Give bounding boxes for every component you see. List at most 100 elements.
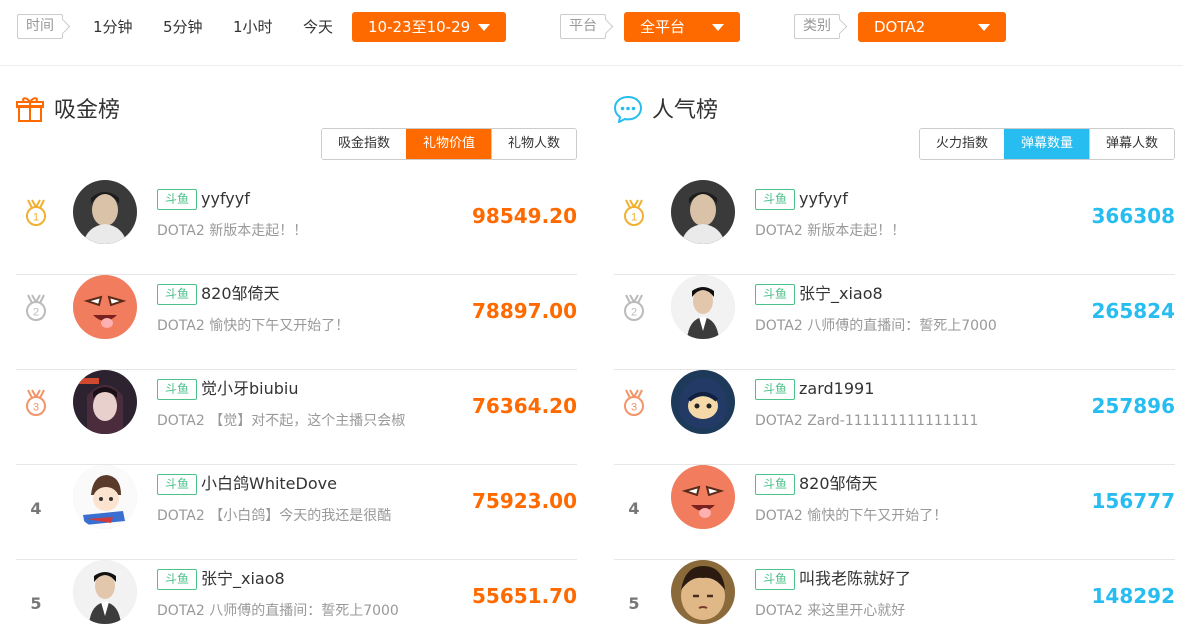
platform-value: 全平台 <box>640 18 686 36</box>
score-value: 55651.70 <box>471 584 577 608</box>
avatar[interactable] <box>671 180 735 244</box>
gift-icon <box>16 97 44 122</box>
gold-board-title: 吸金榜 <box>16 94 120 128</box>
platform-badge: 斗鱼 <box>157 379 198 400</box>
time-option-today[interactable]: 今天 <box>303 14 333 41</box>
avatar[interactable] <box>73 465 137 529</box>
tab-gift-value[interactable]: 礼物价值 <box>405 129 491 159</box>
rank-number: 4 <box>622 465 646 560</box>
platform-badge: 斗鱼 <box>755 189 796 210</box>
category-dropdown[interactable]: DOTA2 <box>858 12 1006 42</box>
stream-description: DOTA2 愉快的下午又开始了！ <box>157 318 350 334</box>
category-filter-label: 类别 <box>794 14 840 39</box>
list-item[interactable]: 3 斗鱼 zard1991 DOTA2 Zard-111111111111111… <box>614 370 1175 465</box>
platform-badge: 斗鱼 <box>157 569 198 590</box>
svg-text:2: 2 <box>33 307 39 319</box>
tab-gold-index[interactable]: 吸金指数 <box>321 129 406 159</box>
gold-medal-icon: 1 <box>26 199 46 226</box>
avatar[interactable] <box>73 370 137 434</box>
tab-danmaku-count[interactable]: 弹幕数量 <box>1003 129 1089 159</box>
score-value: 156777 <box>1091 489 1176 513</box>
gold-board-title-text: 吸金榜 <box>54 98 121 123</box>
rank-number-text: 4 <box>628 499 640 518</box>
score-value: 257896 <box>1091 394 1176 418</box>
list-item[interactable]: 3 斗鱼 觉小牙biubiu DOTA2 【觉】对不起，这个主播只会椒 7636… <box>16 370 577 465</box>
avatar[interactable] <box>73 275 137 339</box>
popularity-board-title-text: 人气榜 <box>652 98 719 123</box>
streamer-name[interactable]: 叫我老陈就好了 <box>799 568 911 590</box>
rank-medal-silver: 2 <box>24 275 48 370</box>
stream-description: DOTA2 来这里开心就好 <box>755 603 906 619</box>
list-item[interactable]: 2 斗鱼 820邹倚天 DOTA2 愉快的下午又开始了！ 78897.00 <box>16 275 577 370</box>
rank-medal-silver: 2 <box>622 275 646 370</box>
popularity-board-title: 人气榜 <box>614 94 718 128</box>
time-option-5min[interactable]: 5分钟 <box>163 14 203 41</box>
avatar[interactable] <box>73 180 137 244</box>
list-item[interactable]: 4 斗鱼 小白鸽WhiteDove DOTA2 【小白鸽】今天的我还是很酷 75… <box>16 465 577 560</box>
rank-number-text: 4 <box>30 499 42 518</box>
platform-badge: 斗鱼 <box>755 474 796 495</box>
avatar[interactable] <box>671 465 735 529</box>
rank-medal-gold: 1 <box>622 180 646 275</box>
list-item[interactable]: 5 斗鱼 叫我老陈就好了 DOTA2 来这里开心就好 148292 <box>614 560 1175 639</box>
silver-medal-icon: 2 <box>624 294 644 321</box>
list-item[interactable]: 2 斗鱼 张宁_xiao8 DOTA2 八师傅的直播间：誓死上7000 2658… <box>614 275 1175 370</box>
streamer-name[interactable]: 小白鸽WhiteDove <box>201 473 337 495</box>
avatar[interactable] <box>671 560 735 624</box>
rank-number: 5 <box>622 560 646 639</box>
stream-description: DOTA2 【小白鸽】今天的我还是很酷 <box>157 508 392 524</box>
platform-dropdown[interactable]: 全平台 <box>624 12 740 42</box>
gold-board-panel: 吸金榜 吸金指数 礼物价值 礼物人数 1 斗鱼 yyfyyf DOTA2 新版本… <box>16 66 577 639</box>
score-value: 78897.00 <box>471 299 577 323</box>
platform-filter-label: 平台 <box>560 14 606 39</box>
stream-description: DOTA2 新版本走起！！ <box>755 223 906 239</box>
list-item[interactable]: 4 斗鱼 820邹倚天 DOTA2 愉快的下午又开始了！ 156777 <box>614 465 1175 560</box>
streamer-name[interactable]: 觉小牙biubiu <box>201 378 299 400</box>
date-range-value: 10-23至10-29 <box>368 18 471 36</box>
rank-number-text: 5 <box>628 594 640 613</box>
bronze-medal-icon: 3 <box>26 389 46 416</box>
streamer-name[interactable]: 820邹倚天 <box>201 283 280 305</box>
chevron-down-icon <box>978 24 990 31</box>
list-item[interactable]: 5 斗鱼 张宁_xiao8 DOTA2 八师傅的直播间：誓死上7000 5565… <box>16 560 577 639</box>
stream-description: DOTA2 【觉】对不起，这个主播只会椒 <box>157 413 406 429</box>
rank-number: 5 <box>24 560 48 639</box>
rank-number: 4 <box>24 465 48 560</box>
time-filter-label: 时间 <box>17 14 63 39</box>
date-range-dropdown[interactable]: 10-23至10-29 <box>352 12 506 42</box>
score-value: 75923.00 <box>471 489 577 513</box>
silver-medal-icon: 2 <box>26 294 46 321</box>
streamer-name[interactable]: 张宁_xiao8 <box>201 568 285 590</box>
list-item[interactable]: 1 斗鱼 yyfyyf DOTA2 新版本走起！！ 366308 <box>614 180 1175 275</box>
rank-medal-bronze: 3 <box>622 370 646 465</box>
svg-text:2: 2 <box>631 307 637 319</box>
stream-description: DOTA2 Zard-111111111111111 <box>755 413 979 429</box>
chat-bubble-icon <box>614 95 642 123</box>
tab-danmaku-users[interactable]: 弹幕人数 <box>1088 129 1174 159</box>
time-option-1min[interactable]: 1分钟 <box>93 14 133 41</box>
popularity-board-list: 1 斗鱼 yyfyyf DOTA2 新版本走起！！ 366308 2 斗鱼 张宁… <box>614 180 1175 639</box>
bronze-medal-icon: 3 <box>624 389 644 416</box>
filter-bar: 时间 1分钟 5分钟 1小时 今天 10-23至10-29 平台 全平台 类别 … <box>0 0 1183 66</box>
score-value: 76364.20 <box>471 394 577 418</box>
score-value: 148292 <box>1091 584 1176 608</box>
avatar[interactable] <box>73 560 137 624</box>
gold-board-tabs: 吸金指数 礼物价值 礼物人数 <box>320 128 577 160</box>
streamer-name[interactable]: yyfyyf <box>799 188 848 210</box>
avatar[interactable] <box>671 275 735 339</box>
list-item[interactable]: 1 斗鱼 yyfyyf DOTA2 新版本走起！！ 98549.20 <box>16 180 577 275</box>
platform-badge: 斗鱼 <box>157 189 198 210</box>
score-value: 98549.20 <box>471 204 577 228</box>
streamer-name[interactable]: 820邹倚天 <box>799 473 878 495</box>
tab-gift-users[interactable]: 礼物人数 <box>490 129 576 159</box>
tab-fire-index[interactable]: 火力指数 <box>919 129 1004 159</box>
streamer-name[interactable]: 张宁_xiao8 <box>799 283 883 305</box>
streamer-name[interactable]: zard1991 <box>799 378 874 400</box>
time-option-1hour[interactable]: 1小时 <box>233 14 273 41</box>
svg-text:3: 3 <box>631 402 637 414</box>
platform-badge: 斗鱼 <box>755 569 796 590</box>
avatar[interactable] <box>671 370 735 434</box>
platform-badge: 斗鱼 <box>755 284 796 305</box>
stream-description: DOTA2 八师傅的直播间：誓死上7000 <box>755 318 997 334</box>
streamer-name[interactable]: yyfyyf <box>201 188 250 210</box>
